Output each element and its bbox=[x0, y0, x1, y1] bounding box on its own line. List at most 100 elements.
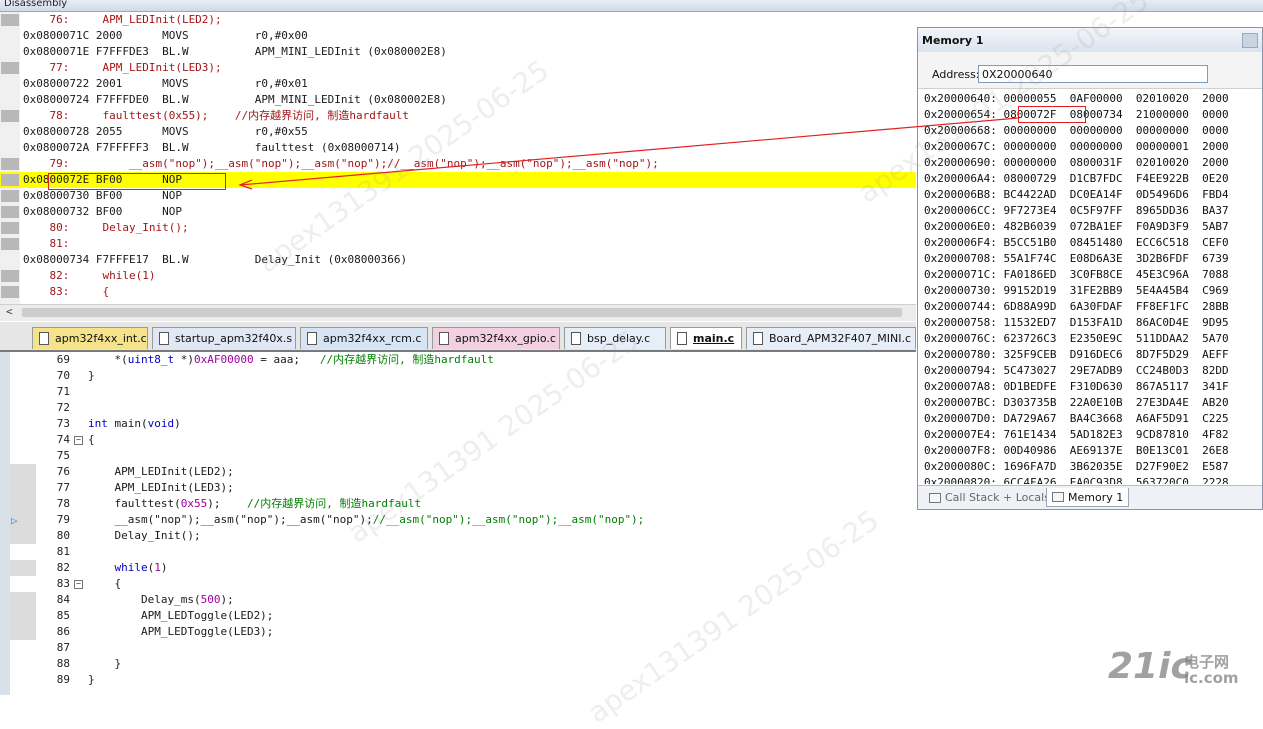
memory-row[interactable]: 0x2000080C: 1696FA7D 3B62035E D27F90E2 E… bbox=[924, 460, 1229, 476]
disassembly-source-line[interactable]: 79: __asm("nop");__asm("nop");__asm("nop… bbox=[0, 156, 916, 172]
memory-row[interactable]: 0x20000668: 00000000 00000000 00000000 0… bbox=[924, 124, 1229, 140]
code-line[interactable]: 81 bbox=[0, 544, 916, 560]
disassembly-source-line[interactable]: 77: APM_LEDInit(LED3); bbox=[0, 60, 916, 76]
code-line[interactable]: 86 APM_LEDToggle(LED3); bbox=[0, 624, 916, 640]
disassembly-pane[interactable]: 76: APM_LEDInit(LED2); 0x0800071C 2000 MO… bbox=[0, 12, 916, 304]
code-line[interactable]: 72 bbox=[0, 400, 916, 416]
code-line[interactable]: 82 while(1) bbox=[0, 560, 916, 576]
memory-row[interactable]: 0x200007F8: 00D40986 AE69137E B0E13C01 2… bbox=[924, 444, 1229, 460]
memory-row[interactable]: 0x20000744: 6D88A99D 6A30FDAF FF8EF1FC 2… bbox=[924, 300, 1229, 316]
memory-row[interactable]: 0x20000780: 325F9CEB D916DEC6 8D7F5D29 A… bbox=[924, 348, 1229, 364]
code-line[interactable]: 83− { bbox=[0, 576, 916, 592]
memory-row[interactable]: 0x20000794: 5C473027 29E7ADB9 CC24B0D3 8… bbox=[924, 364, 1229, 380]
code-line[interactable]: 75 bbox=[0, 448, 916, 464]
file-tab[interactable]: bsp_delay.c bbox=[564, 327, 666, 349]
code-line[interactable]: 70} bbox=[0, 368, 916, 384]
code-line[interactable]: 79 __asm("nop");__asm("nop");__asm("nop"… bbox=[0, 512, 916, 528]
line-coverage-marker bbox=[1, 30, 19, 42]
memory-row[interactable]: 0x20000820: 6CC4FA26 EA0C93D8 563720C0 2… bbox=[924, 476, 1229, 484]
disassembly-instruction-line[interactable]: 0x0800072A F7FFFFF3 BL.W faulttest (0x08… bbox=[0, 140, 916, 156]
disassembly-horizontal-scrollbar[interactable]: < bbox=[0, 304, 916, 321]
call-stack-tab[interactable]: Call Stack + Locals bbox=[924, 488, 1055, 507]
file-tab[interactable]: main.c bbox=[670, 327, 742, 349]
disassembly-title-bar: Disassembly bbox=[0, 0, 1263, 12]
memory-row[interactable]: 0x2000071C: FA0186ED 3C0FB8CE 45E3C96A 7… bbox=[924, 268, 1229, 284]
memory-row[interactable]: 0x20000758: 11532ED7 D153FA1D 86AC0D4E 9… bbox=[924, 316, 1229, 332]
memory-row[interactable]: 0x200006CC: 9F7273E4 0C5F97FF 8965DD36 B… bbox=[924, 204, 1229, 220]
code-line[interactable]: 74−{ bbox=[0, 432, 916, 448]
code-text: while(1) bbox=[114, 561, 168, 574]
code-line[interactable]: 73 int main(void) bbox=[0, 416, 916, 432]
memory-row[interactable]: 0x200006B8: BC4422AD DC0EA14F 0D5496D6 F… bbox=[924, 188, 1229, 204]
code-line[interactable]: 78 faulttest(0x55); //内存越界访问, 制造hardfaul… bbox=[0, 496, 916, 512]
disassembly-line-text: 0x08000734 F7FFFE17 BL.W Delay_Init (0x0… bbox=[23, 253, 408, 266]
logo-main-text: 21ic bbox=[1108, 646, 1192, 687]
disassembly-source-line[interactable]: 76: APM_LEDInit(LED2); bbox=[0, 12, 916, 28]
code-line[interactable]: 77 APM_LEDInit(LED3); bbox=[0, 480, 916, 496]
file-icon bbox=[753, 332, 763, 345]
code-line[interactable]: 85 APM_LEDToggle(LED2); bbox=[0, 608, 916, 624]
file-tab[interactable]: apm32f4xx_gpio.c bbox=[432, 327, 560, 349]
scroll-left-arrow-icon[interactable]: < bbox=[6, 305, 13, 318]
memory-row[interactable]: 0x200007A8: 0D1BEDFE F310D630 867A5117 3… bbox=[924, 380, 1229, 396]
disassembly-line-text: 0x08000730 BF00 NOP bbox=[23, 189, 182, 202]
window-close-icon[interactable] bbox=[1242, 33, 1258, 48]
memory-row[interactable]: 0x20000730: 99152D19 31FE2BB9 5E4A45B4 C… bbox=[924, 284, 1229, 300]
line-number: 70 bbox=[56, 369, 70, 382]
code-line[interactable]: 87 bbox=[0, 640, 916, 656]
memory-row[interactable]: 0x2000076C: 623726C3 E2350E9C 511DDAA2 5… bbox=[924, 332, 1229, 348]
disassembly-instruction-line[interactable]: 0x08000722 2001 MOVS r0,#0x01 bbox=[0, 76, 916, 92]
memory-row[interactable]: 0x200006F4: B5CC51B0 08451480 ECC6C518 C… bbox=[924, 236, 1229, 252]
code-line[interactable]: 88 } bbox=[0, 656, 916, 672]
disassembly-source-line[interactable]: 81: bbox=[0, 236, 916, 252]
disassembly-instruction-line[interactable]: 0x08000734 F7FFFE17 BL.W Delay_Init (0x0… bbox=[0, 252, 916, 268]
line-coverage-marker bbox=[1, 126, 19, 138]
disassembly-source-line[interactable]: 78: faulttest(0x55); //内存越界访问, 制造hardfau… bbox=[0, 108, 916, 124]
disassembly-line-text: 0x08000724 F7FFFDE0 BL.W APM_MINI_LEDIni… bbox=[23, 93, 447, 106]
memory-row[interactable]: 0x20000708: 55A1F74C E08D6A3E 3D2B6FDF 6… bbox=[924, 252, 1229, 268]
disassembly-instruction-line[interactable]: 0x08000724 F7FFFDE0 BL.W APM_MINI_LEDIni… bbox=[0, 92, 916, 108]
file-tab[interactable]: apm32f4xx_int.c bbox=[32, 327, 148, 349]
file-tab[interactable]: apm32f4xx_rcm.c bbox=[300, 327, 428, 349]
line-number: 69 bbox=[56, 353, 70, 366]
disassembly-instruction-line[interactable]: 0x08000730 BF00 NOP bbox=[0, 188, 916, 204]
disassembly-instruction-line[interactable]: 0x08000728 2055 MOVS r0,#0x55 bbox=[0, 124, 916, 140]
code-line[interactable]: 89} bbox=[0, 672, 916, 688]
file-icon bbox=[307, 332, 317, 345]
file-tab[interactable]: Board_APM32F407_MINI.c bbox=[746, 327, 916, 349]
memory-dump[interactable]: 0x20000640: 00000055 0AF00000 02010020 2… bbox=[918, 92, 1262, 484]
code-line[interactable]: 69 *(uint8_t *)0xAF00000 = aaa; //内存越界访问… bbox=[0, 352, 916, 368]
disassembly-source-line[interactable]: 83: { bbox=[0, 284, 916, 300]
fold-toggle-icon[interactable]: − bbox=[74, 436, 83, 445]
code-line[interactable]: 84 Delay_ms(500); bbox=[0, 592, 916, 608]
memory-row[interactable]: 0x200007D0: DA729A67 BA4C3668 A6AF5D91 C… bbox=[924, 412, 1229, 428]
fold-toggle-icon[interactable]: − bbox=[74, 580, 83, 589]
code-text: Delay_Init(); bbox=[88, 529, 201, 542]
memory-tab[interactable]: Memory 1 bbox=[1046, 488, 1130, 507]
memory-row[interactable]: 0x2000067C: 00000000 00000000 00000001 2… bbox=[924, 140, 1229, 156]
code-line[interactable]: 76 APM_LEDInit(LED2); bbox=[0, 464, 916, 480]
code-line[interactable]: 80 Delay_Init(); bbox=[0, 528, 916, 544]
scrollbar-thumb[interactable] bbox=[22, 308, 902, 317]
disassembly-source-line[interactable]: 80: Delay_Init(); bbox=[0, 220, 916, 236]
memory-row[interactable]: 0x200006E0: 482B6039 072BA1EF F0A9D3F9 5… bbox=[924, 220, 1229, 236]
memory-row[interactable]: 0x200007E4: 761E1434 5AD182E3 9CD87810 4… bbox=[924, 428, 1229, 444]
highlight-box-nop-address bbox=[48, 173, 226, 190]
line-coverage-marker bbox=[1, 142, 19, 154]
disassembly-instruction-line[interactable]: 0x0800071E F7FFFDE3 BL.W APM_MINI_LEDIni… bbox=[0, 44, 916, 60]
disassembly-line-text: 81: bbox=[23, 237, 70, 250]
line-coverage-marker bbox=[1, 206, 19, 218]
logo-sub-text: 电子网 ic.com bbox=[1184, 653, 1239, 687]
disassembly-instruction-line[interactable]: 0x0800071C 2000 MOVS r0,#0x00 bbox=[0, 28, 916, 44]
disassembly-instruction-line[interactable]: 0x08000732 BF00 NOP bbox=[0, 204, 916, 220]
memory-row[interactable]: 0x20000690: 00000000 0800031F 02010020 2… bbox=[924, 156, 1229, 172]
code-text: } bbox=[88, 369, 95, 382]
code-line[interactable]: 71 bbox=[0, 384, 916, 400]
file-tab[interactable]: startup_apm32f40x.s bbox=[152, 327, 296, 349]
code-editor[interactable]: 69 *(uint8_t *)0xAF00000 = aaa; //内存越界访问… bbox=[0, 352, 916, 695]
memory-row[interactable]: 0x200006A4: 08000729 D1CB7FDC F4EE922B 0… bbox=[924, 172, 1229, 188]
line-number: 72 bbox=[56, 401, 70, 414]
disassembly-source-line[interactable]: 82: while(1) bbox=[0, 268, 916, 284]
memory-row[interactable]: 0x200007BC: D303735B 22A0E10B 27E3DA4E A… bbox=[924, 396, 1229, 412]
address-input[interactable] bbox=[978, 65, 1208, 83]
